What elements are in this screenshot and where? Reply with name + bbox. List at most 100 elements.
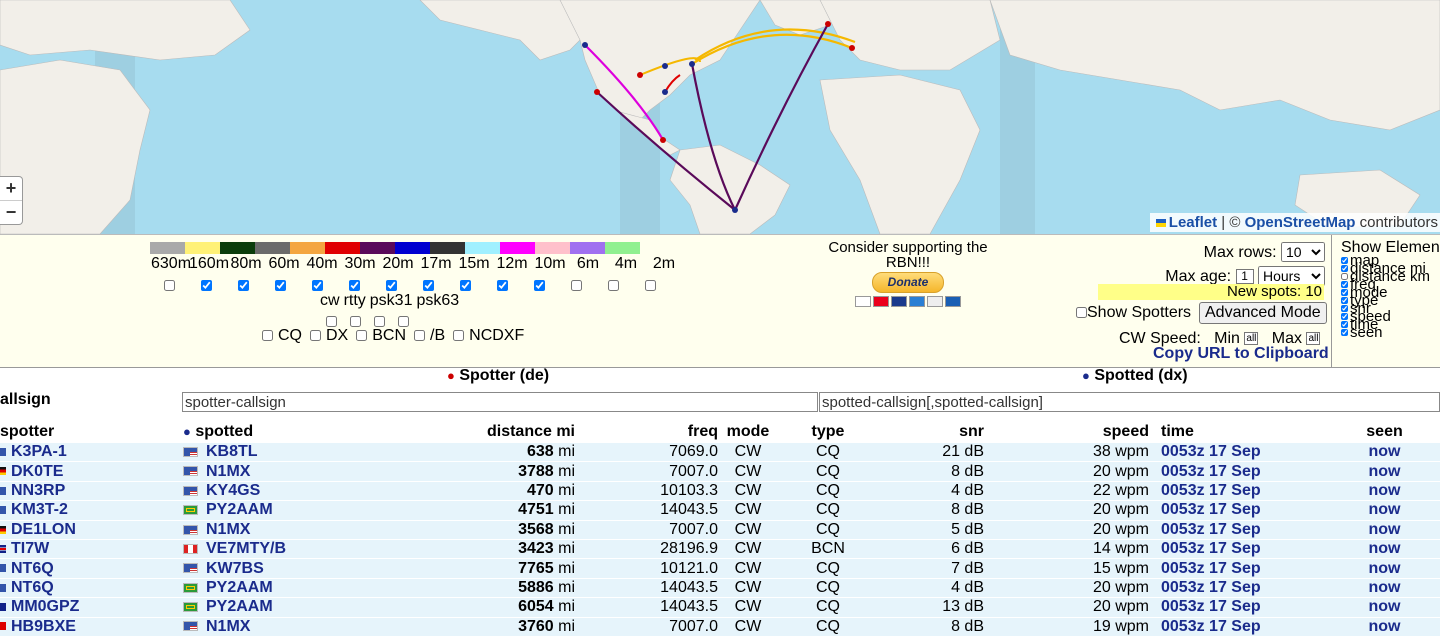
show-spotters-checkbox[interactable] [1076, 307, 1087, 319]
distance-unit: mi [558, 598, 575, 616]
band-checkbox-160m[interactable] [201, 280, 212, 292]
element-checkbox[interactable] [1341, 305, 1348, 312]
band-checkbox-2m[interactable] [645, 280, 656, 292]
element-checkbox[interactable] [1341, 289, 1348, 296]
element-checkbox[interactable] [1341, 265, 1348, 272]
band-checkbox-40m[interactable] [312, 280, 323, 292]
time-cell: 0053z 17 Sep [1161, 462, 1261, 480]
mode-cell: CW [734, 598, 762, 616]
distance-value: 638 [526, 443, 554, 461]
mode-cell: CW [734, 462, 762, 480]
distance-value: 6054 [518, 598, 554, 616]
spotted-callsign-link[interactable]: N1MX [206, 463, 250, 480]
show-spotters-toggle[interactable]: Show Spotters [1076, 304, 1191, 322]
spot-map[interactable]: + − Leaflet | © OpenStreetMap contributo… [0, 0, 1440, 234]
band-checkbox-6m[interactable] [571, 280, 582, 292]
band-checkbox-4m[interactable] [608, 280, 619, 292]
spotted-callsign-link[interactable]: PY2AAM [206, 501, 273, 518]
band-checkbox-10m[interactable] [534, 280, 545, 292]
spotter-callsign-link[interactable]: DE1LON [11, 521, 76, 538]
band-checkbox-60m[interactable] [275, 280, 286, 292]
osm-link[interactable]: OpenStreetMap [1245, 214, 1356, 231]
type-checkbox[interactable] [453, 330, 465, 342]
zoom-out-button[interactable]: − [0, 200, 22, 224]
spotted-callsign-input[interactable]: spotted-callsign[,spotted-callsign] [819, 392, 1440, 412]
leaflet-link[interactable]: Leaflet [1169, 214, 1217, 231]
copy-url-link[interactable]: Copy URL to Clipboard [1153, 345, 1329, 363]
element-checkbox[interactable] [1341, 321, 1348, 328]
spotter-callsign-link[interactable]: KM3T-2 [11, 501, 68, 518]
type-filter-slashb[interactable]: /B [414, 327, 445, 344]
type-filter-cq[interactable]: CQ [262, 327, 302, 344]
type-checkbox[interactable] [356, 330, 368, 342]
type-checkbox[interactable] [262, 330, 273, 342]
band-swatch-60m [255, 242, 290, 254]
donate-button[interactable]: Donate [872, 272, 944, 293]
spotter-callsign-link[interactable]: DK0TE [11, 463, 63, 480]
mode-checkbox-psk63[interactable] [398, 316, 409, 328]
type-filter-ncdxf[interactable]: NCDXF [453, 327, 524, 344]
mode-checkbox-psk31[interactable] [374, 316, 385, 328]
spotter-cell: NT6Q [0, 559, 183, 578]
col-snr[interactable]: snr [878, 422, 984, 443]
spotter-cell: MM0GPZ [0, 598, 183, 617]
type-checkbox[interactable] [310, 330, 321, 342]
speed-cell: 20 wpm [1092, 598, 1149, 616]
spotter-callsign-link[interactable]: NT6Q [11, 579, 54, 596]
spotter-callsign-link[interactable]: NN3RP [11, 482, 65, 499]
spotter-callsign-link[interactable]: K3PA-1 [11, 443, 67, 460]
band-checkbox-15m[interactable] [460, 280, 471, 292]
zoom-in-button[interactable]: + [0, 177, 22, 200]
col-time[interactable]: time [1149, 422, 1329, 443]
cw-min-input[interactable]: all [1244, 332, 1259, 346]
distance-cell: 4751 mi [443, 501, 575, 520]
cw-max-input[interactable]: all [1306, 332, 1321, 346]
col-mode[interactable]: mode [718, 422, 778, 443]
type-filter-dx[interactable]: DX [310, 327, 348, 344]
spotted-callsign-link[interactable]: N1MX [206, 521, 250, 538]
col-spotted[interactable]: ● spotted [183, 422, 443, 443]
band-checkbox-20m[interactable] [386, 280, 397, 292]
element-checkbox[interactable] [1341, 257, 1348, 264]
col-freq[interactable]: freq [575, 422, 718, 443]
col-distance[interactable]: distance mi [443, 422, 575, 443]
col-spotter[interactable]: spotter [0, 422, 183, 443]
band-checkbox-30m[interactable] [349, 280, 360, 292]
spotted-callsign-link[interactable]: KY4GS [206, 482, 260, 499]
mode-checkbox-cw[interactable] [326, 316, 337, 328]
element-toggle-seen[interactable]: seen [1341, 325, 1440, 340]
col-type[interactable]: type [778, 422, 878, 443]
element-checkbox[interactable] [1341, 297, 1348, 304]
advanced-mode-button[interactable]: Advanced Mode [1199, 302, 1327, 324]
col-seen[interactable]: seen [1329, 422, 1440, 443]
spotter-callsign-link[interactable]: MM0GPZ [11, 598, 79, 615]
spotted-callsign-link[interactable]: PY2AAM [206, 598, 273, 615]
spotted-callsign-link[interactable]: KW7BS [206, 560, 264, 577]
spotter-callsign-link[interactable]: NT6Q [11, 560, 54, 577]
spotted-callsign-link[interactable]: KB8TL [206, 443, 258, 460]
spotted-callsign-link[interactable]: PY2AAM [206, 579, 273, 596]
band-checkbox-17m[interactable] [423, 280, 434, 292]
spotted-callsign-link[interactable]: N1MX [206, 618, 250, 635]
band-checkbox-80m[interactable] [238, 280, 249, 292]
distance-unit: mi [558, 617, 575, 635]
distance-cell: 3760 mi [443, 617, 575, 636]
spotter-callsign-link[interactable]: HB9BXE [11, 618, 76, 635]
spotted-cell: N1MX [183, 462, 443, 481]
band-checkbox-630m[interactable] [164, 280, 175, 292]
element-checkbox[interactable] [1341, 329, 1348, 336]
element-checkbox[interactable] [1341, 313, 1348, 320]
table-row: KM3T-2 PY2AAM 4751 mi 14043.5 CW CQ 8 dB 20 wpm… [0, 500, 1440, 521]
band-checkbox-12m[interactable] [497, 280, 508, 292]
element-checkbox[interactable] [1341, 281, 1348, 288]
spotter-callsign-input[interactable]: spotter-callsign [182, 392, 818, 412]
col-speed[interactable]: speed [984, 422, 1149, 443]
type-filter-bcn[interactable]: BCN [356, 327, 406, 344]
type-checkbox[interactable] [414, 330, 426, 342]
max-rows-select[interactable]: 10 [1281, 242, 1325, 262]
element-checkbox[interactable] [1341, 273, 1348, 280]
mode-checkbox-rtty[interactable] [350, 316, 361, 328]
band-label-30m: 30m [344, 255, 376, 272]
spotter-callsign-link[interactable]: TI7W [11, 540, 49, 557]
spotted-callsign-link[interactable]: VE7MTY/B [206, 540, 286, 557]
